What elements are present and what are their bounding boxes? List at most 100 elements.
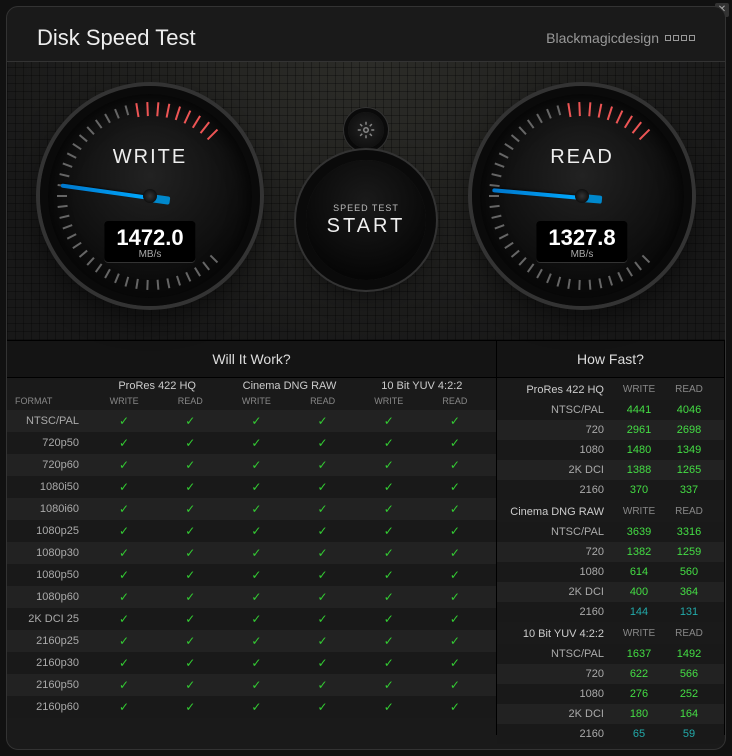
check-cell: ✓ (356, 480, 422, 494)
check-cell: ✓ (356, 502, 422, 516)
check-icon: ✓ (450, 590, 460, 604)
check-cell: ✓ (223, 414, 289, 428)
check-cell: ✓ (223, 546, 289, 560)
brand-label: Blackmagicdesign (546, 30, 659, 46)
check-cell: ✓ (422, 502, 488, 516)
check-cell: ✓ (422, 480, 488, 494)
check-icon: ✓ (119, 634, 129, 648)
check-cell: ✓ (157, 612, 223, 626)
table-row: 2160p30✓✓✓✓✓✓ (7, 652, 496, 674)
check-icon: ✓ (384, 524, 394, 538)
check-cell: ✓ (356, 436, 422, 450)
check-icon: ✓ (251, 458, 261, 472)
check-cell: ✓ (91, 414, 157, 428)
check-icon: ✓ (251, 634, 261, 648)
check-icon: ✓ (384, 502, 394, 516)
check-icon: ✓ (251, 612, 261, 626)
start-button[interactable]: SPEED TEST START (306, 160, 426, 280)
how-fast-row: 21606559 (497, 724, 724, 744)
check-cell: ✓ (289, 590, 355, 604)
read-gauge-label: READ (480, 146, 684, 169)
check-cell: ✓ (91, 546, 157, 560)
check-icon: ✓ (185, 700, 195, 714)
how-fast-row: 2K DCI400364 (497, 582, 724, 602)
check-cell: ✓ (289, 458, 355, 472)
check-cell: ✓ (223, 700, 289, 714)
check-cell: ✓ (289, 524, 355, 538)
table-row: 1080p60✓✓✓✓✓✓ (7, 586, 496, 608)
check-icon: ✓ (384, 436, 394, 450)
check-icon: ✓ (119, 502, 129, 516)
check-icon: ✓ (318, 414, 328, 428)
check-icon: ✓ (251, 590, 261, 604)
check-cell: ✓ (356, 700, 422, 714)
check-icon: ✓ (185, 502, 195, 516)
check-icon: ✓ (185, 634, 195, 648)
check-icon: ✓ (450, 480, 460, 494)
check-cell: ✓ (422, 458, 488, 472)
will-it-work-title: Will It Work? (7, 341, 496, 378)
check-icon: ✓ (185, 656, 195, 670)
check-icon: ✓ (384, 480, 394, 494)
will-it-work-panel: Will It Work? ProRes 422 HQ Cinema DNG R… (7, 341, 497, 735)
check-icon: ✓ (318, 656, 328, 670)
check-icon: ✓ (384, 414, 394, 428)
check-cell: ✓ (223, 458, 289, 472)
format-label: 720p60 (15, 459, 91, 471)
check-icon: ✓ (318, 458, 328, 472)
check-cell: ✓ (356, 414, 422, 428)
table-row: 2160p50✓✓✓✓✓✓ (7, 674, 496, 696)
check-cell: ✓ (91, 656, 157, 670)
check-icon: ✓ (119, 480, 129, 494)
check-cell: ✓ (356, 524, 422, 538)
check-cell: ✓ (422, 436, 488, 450)
check-cell: ✓ (289, 480, 355, 494)
check-icon: ✓ (119, 612, 129, 626)
check-cell: ✓ (91, 590, 157, 604)
check-cell: ✓ (91, 612, 157, 626)
check-icon: ✓ (119, 656, 129, 670)
check-icon: ✓ (119, 414, 129, 428)
how-fast-row: 2160144131 (497, 602, 724, 622)
check-icon: ✓ (119, 590, 129, 604)
check-icon: ✓ (251, 524, 261, 538)
write-gauge-label: WRITE (48, 146, 252, 169)
check-icon: ✓ (251, 414, 261, 428)
check-icon: ✓ (450, 656, 460, 670)
how-fast-row: 108014801349 (497, 440, 724, 460)
format-label: 1080p25 (15, 525, 91, 537)
check-icon: ✓ (450, 414, 460, 428)
table-row: NTSC/PAL ✓ ✓ ✓ ✓ ✓ ✓ (7, 410, 496, 432)
check-cell: ✓ (289, 656, 355, 670)
check-cell: ✓ (422, 590, 488, 604)
check-icon: ✓ (119, 458, 129, 472)
how-fast-title: How Fast? (497, 341, 724, 378)
check-icon: ✓ (119, 700, 129, 714)
check-icon: ✓ (318, 590, 328, 604)
format-label: 1080p30 (15, 547, 91, 559)
check-icon: ✓ (384, 546, 394, 560)
check-icon: ✓ (185, 414, 195, 428)
start-label-big: START (327, 215, 406, 238)
check-icon: ✓ (450, 568, 460, 582)
brand-icon (665, 35, 695, 41)
check-icon: ✓ (119, 568, 129, 582)
check-cell: ✓ (223, 634, 289, 648)
write-gauge: WRITE 1472.0 MB/s (40, 86, 260, 306)
settings-button[interactable] (348, 112, 384, 148)
check-cell: ✓ (356, 634, 422, 648)
table-row: 1080p50✓✓✓✓✓✓ (7, 564, 496, 586)
check-cell: ✓ (356, 612, 422, 626)
check-icon: ✓ (384, 568, 394, 582)
check-cell: ✓ (223, 678, 289, 692)
check-icon: ✓ (450, 678, 460, 692)
format-label: NTSC/PAL (15, 415, 91, 427)
how-fast-row: 720622566 (497, 664, 724, 684)
check-icon: ✓ (450, 458, 460, 472)
check-cell: ✓ (91, 634, 157, 648)
check-icon: ✓ (450, 502, 460, 516)
check-icon: ✓ (318, 678, 328, 692)
check-icon: ✓ (251, 700, 261, 714)
check-icon: ✓ (384, 634, 394, 648)
check-cell: ✓ (157, 458, 223, 472)
